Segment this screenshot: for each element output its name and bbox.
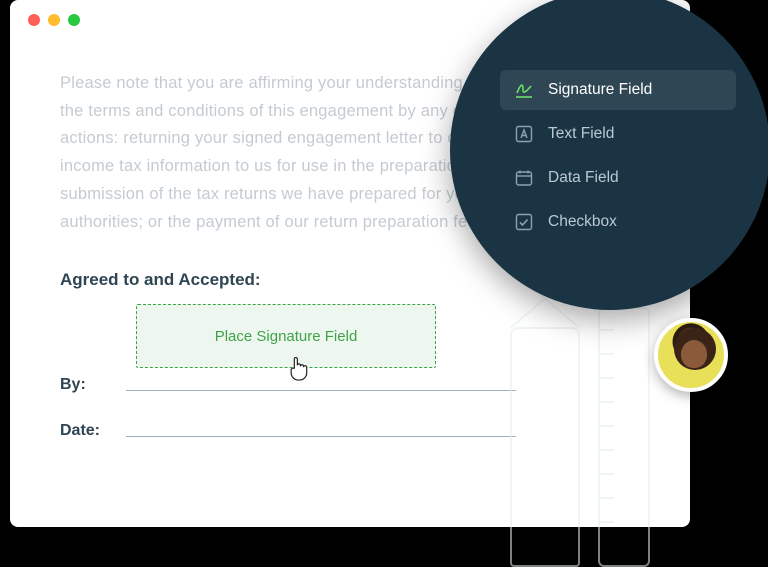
menu-option-data[interactable]: Data Field xyxy=(500,158,736,198)
date-input-line[interactable] xyxy=(126,436,516,437)
menu-option-checkbox[interactable]: Checkbox xyxy=(500,202,736,242)
menu-option-signature[interactable]: Signature Field xyxy=(500,70,736,110)
menu-option-label: Text Field xyxy=(548,125,614,143)
menu-option-label: Signature Field xyxy=(548,81,652,99)
window-minimize[interactable] xyxy=(48,14,60,26)
by-label: By: xyxy=(60,376,120,394)
field-type-menu: Signature Field Text Field Data Field Ch… xyxy=(450,0,768,310)
pencil-icon xyxy=(510,327,580,567)
calendar-icon xyxy=(514,168,534,188)
date-label: Date: xyxy=(60,422,120,440)
signature-drop-zone[interactable]: Place Signature Field xyxy=(136,304,436,368)
by-input-line[interactable] xyxy=(126,390,516,391)
pointer-cursor-icon xyxy=(287,357,309,383)
window-close[interactable] xyxy=(28,14,40,26)
text-icon xyxy=(514,124,534,144)
menu-option-label: Data Field xyxy=(548,169,619,187)
menu-option-label: Checkbox xyxy=(548,213,617,231)
signature-icon xyxy=(514,80,534,100)
decorative-shapes xyxy=(510,307,650,567)
window-controls xyxy=(28,14,80,26)
window-zoom[interactable] xyxy=(68,14,80,26)
checkbox-icon xyxy=(514,212,534,232)
user-avatar[interactable] xyxy=(654,318,728,392)
ruler-icon xyxy=(598,307,650,567)
menu-option-text[interactable]: Text Field xyxy=(500,114,736,154)
signature-placeholder-label: Place Signature Field xyxy=(215,328,358,345)
